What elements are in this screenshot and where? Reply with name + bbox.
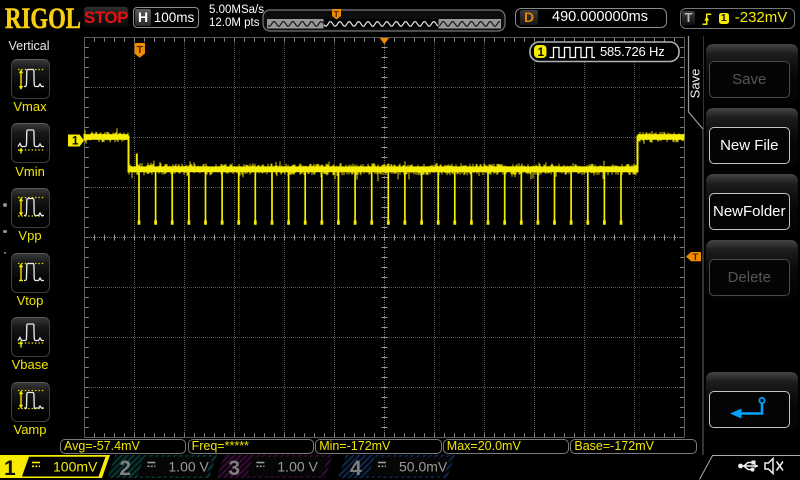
svg-text:1: 1 [4, 457, 16, 480]
svg-text:1.00 V: 1.00 V [277, 459, 318, 475]
svg-text:2: 2 [119, 457, 131, 480]
svg-text:3: 3 [228, 457, 240, 480]
svg-text:1.00 V: 1.00 V [168, 459, 209, 475]
svg-text:50.0mV: 50.0mV [399, 459, 448, 475]
svg-text:100mV: 100mV [53, 459, 98, 475]
svg-text:4: 4 [350, 457, 362, 480]
